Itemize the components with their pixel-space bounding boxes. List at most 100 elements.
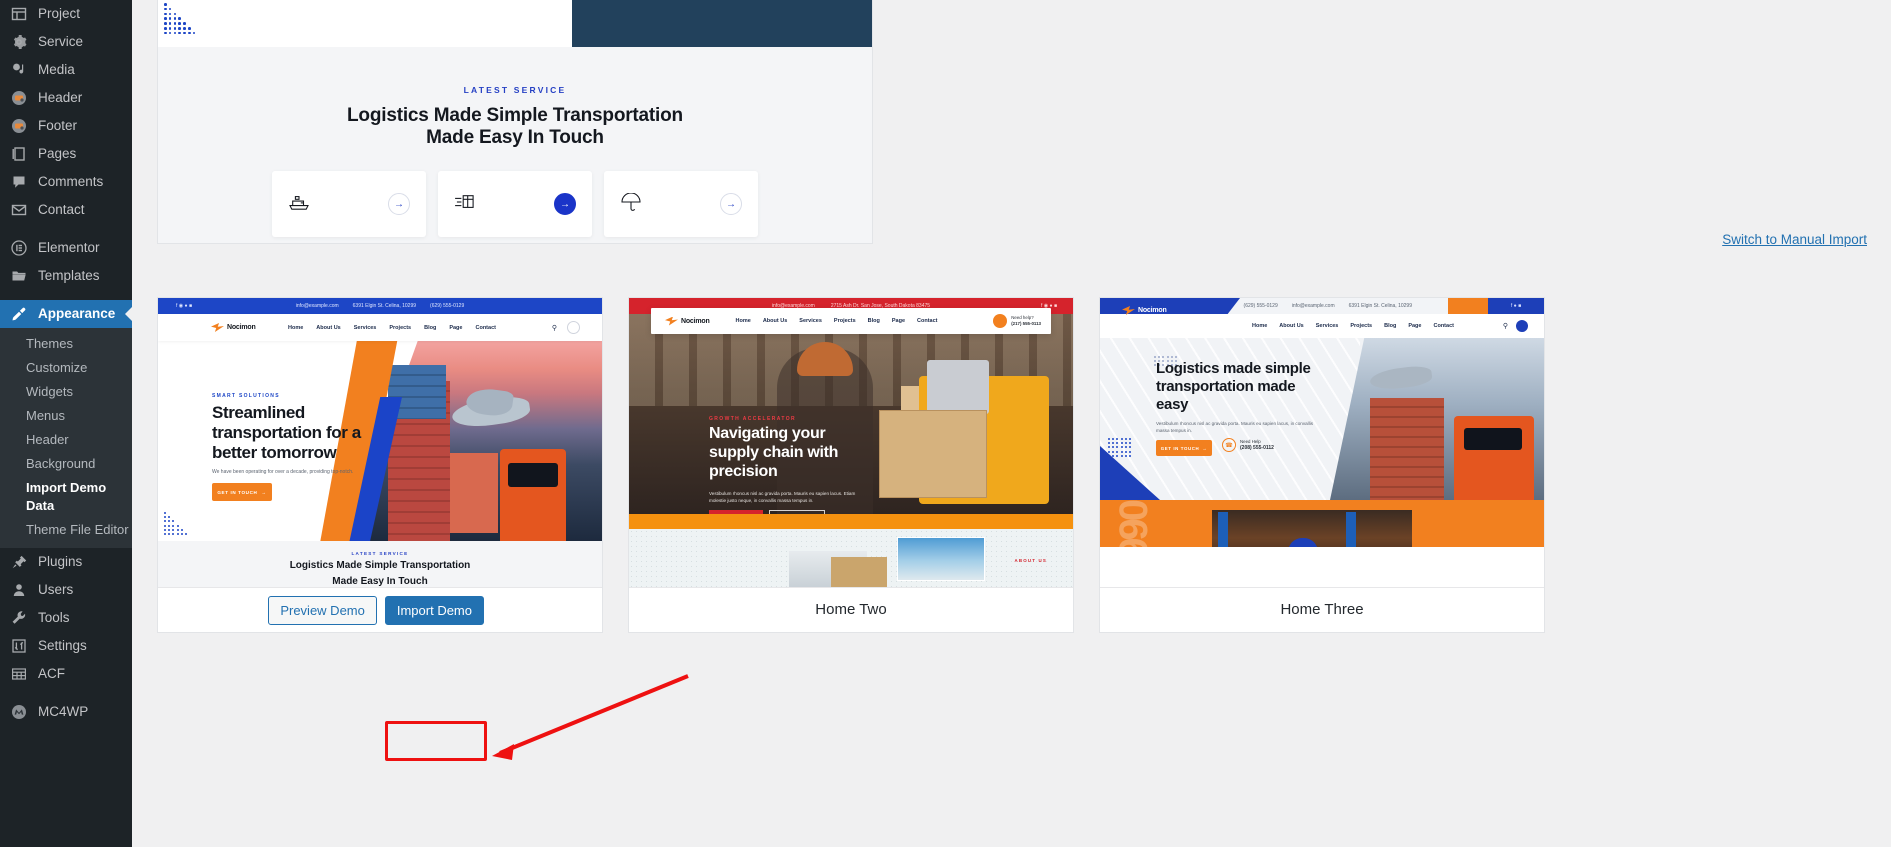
site-navbar: Nocimon Home About Us Services Projects Bl… <box>651 308 1051 334</box>
sidebar-item-label: Tools <box>38 610 70 626</box>
social-icons: f ● ■ <box>1488 298 1544 314</box>
sidebar-item-mc4wp[interactable]: MC4WP <box>0 698 132 726</box>
sidebar-item-elementor[interactable]: Elementor <box>0 234 132 262</box>
sidebar-item-appearance[interactable]: Appearance <box>0 300 132 328</box>
sidebar-divider-1 <box>0 224 132 234</box>
submenu-item-theme-file-editor[interactable]: Theme File Editor <box>0 518 132 542</box>
hero-paragraph: Vestibulum rhoncus nisl ac gravida porta… <box>709 491 856 503</box>
demo-thumbnail-home-two[interactable]: info@example.com 2715 Ash Dr. San Jose, … <box>629 298 1073 587</box>
sidebar-item-media[interactable]: Media <box>0 56 132 84</box>
sidebar-item-templates[interactable]: Templates <box>0 262 132 290</box>
wordpress-admin-screen: Project Service Media Header Footer Page… <box>0 0 1891 847</box>
arrow-right-icon[interactable]: → <box>388 193 410 215</box>
service-card[interactable]: → <box>438 171 592 237</box>
arrow-right-icon[interactable]: → <box>554 193 576 215</box>
sidebar-item-label: Elementor <box>38 240 100 256</box>
site-about-band: ABOUT US <box>629 529 1073 587</box>
cart-icon <box>1516 320 1528 332</box>
media-icon <box>9 60 29 80</box>
demo-thumbnail-home-one[interactable]: f ◉ ● ■ info@example.com 6391 Elgin St. … <box>158 298 602 587</box>
search-icon: ⚲ <box>551 324 557 332</box>
sidebar-item-contact[interactable]: Contact <box>0 196 132 224</box>
sidebar-item-label: Service <box>38 34 84 50</box>
site-logo: Nocimon <box>665 316 710 326</box>
preview-demo-button[interactable]: Preview Demo <box>268 595 377 625</box>
site-nav-actions: ⚲ <box>1503 320 1528 332</box>
top-preview-hero <box>158 0 872 47</box>
search-icon: ⚲ <box>1502 323 1508 330</box>
site-help-block: Need help? (217) 555-0113 <box>993 314 1041 328</box>
service-title-line1: Logistics Made Simple Transportation <box>289 560 471 571</box>
phone-icon: ☎ <box>1222 438 1236 452</box>
submenu-item-header[interactable]: Header <box>0 428 132 452</box>
sidebar-item-acf[interactable]: ACF <box>0 660 132 688</box>
service-card-row: → → → <box>158 171 872 237</box>
hero-heading: Streamlined transportation for a better … <box>212 403 361 462</box>
menu-toggle-icon <box>567 321 580 334</box>
demo-card-actions-home-one: Preview Demo Import Demo <box>158 587 602 632</box>
submenu-item-themes[interactable]: Themes <box>0 332 132 356</box>
sidebar-item-users[interactable]: Users <box>0 576 132 604</box>
footer-icon <box>9 116 29 136</box>
arrow-right-icon: → <box>261 489 267 495</box>
sidebar-item-tools[interactable]: Tools <box>0 604 132 632</box>
sidebar-divider-2 <box>0 290 132 300</box>
mc4wp-icon <box>9 702 29 722</box>
site-about-band: 1990 ABOUT US Navigating Your Supply Cha… <box>1100 500 1544 547</box>
import-demo-button[interactable]: Import Demo <box>384 595 484 625</box>
help-label: Need Help <box>1240 439 1261 444</box>
submenu-item-widgets[interactable]: Widgets <box>0 380 132 404</box>
top-demo-preview-panel: LATEST SERVICE Logistics Made Simple Tra… <box>157 0 873 244</box>
sidebar-item-label: MC4WP <box>38 704 89 720</box>
about-eyebrow: ABOUT US <box>1014 558 1047 563</box>
folder-icon <box>9 266 29 286</box>
help-phone: (208) 555-0112 <box>1240 445 1274 451</box>
submenu-item-background[interactable]: Background <box>0 452 132 476</box>
sidebar-item-service[interactable]: Service <box>0 28 132 56</box>
site-navbar: Nocimon Home About Us Services Projects Bl… <box>158 314 602 341</box>
hero-cta-button: GET IN TOUCH → <box>212 483 272 501</box>
sidebar-item-label: Comments <box>38 174 104 190</box>
sidebar-item-header[interactable]: Header <box>0 84 132 112</box>
submenu-item-customize[interactable]: Customize <box>0 356 132 380</box>
latest-service-eyebrow: LATEST SERVICE <box>463 85 567 95</box>
sidebar-item-pages[interactable]: Pages <box>0 140 132 168</box>
hero-paragraph: We have been operating for over a decade… <box>212 469 354 475</box>
arrow-right-icon[interactable]: → <box>720 193 742 215</box>
social-icons: f ◉ ● ■ <box>176 303 192 309</box>
sidebar-item-comments[interactable]: Comments <box>0 168 132 196</box>
demo-card-home-one: f ◉ ● ■ info@example.com 6391 Elgin St. … <box>157 297 603 633</box>
plugin-icon <box>9 552 29 572</box>
sidebar-item-plugins[interactable]: Plugins <box>0 548 132 576</box>
site-hero: Logistics made simple transportation mad… <box>1100 338 1544 500</box>
sidebar-item-footer[interactable]: Footer <box>0 112 132 140</box>
hero-eyebrow: SMART SOLUTIONS <box>212 393 280 399</box>
elementor-icon <box>9 238 29 258</box>
site-topbar: f ◉ ● ■ info@example.com 6391 Elgin St. … <box>158 298 602 314</box>
demo-card-title-home-three: Home Three <box>1100 587 1544 630</box>
sidebar-item-label: Templates <box>38 268 100 284</box>
sidebar-item-settings[interactable]: Settings <box>0 632 132 660</box>
header-icon <box>9 88 29 108</box>
submenu-item-menus[interactable]: Menus <box>0 404 132 428</box>
top-preview-title-line2: Made Easy In Touch <box>426 127 604 148</box>
sidebar-item-project[interactable]: Project <box>0 0 132 28</box>
switch-to-manual-import-link[interactable]: Switch to Manual Import <box>1722 232 1867 247</box>
main-content: LATEST SERVICE Logistics Made Simple Tra… <box>132 0 1891 847</box>
demo-thumbnail-home-three[interactable]: (629) 555-0129 info@example.com 6391 Elg… <box>1100 298 1544 587</box>
service-eyebrow: LATEST SERVICE <box>351 551 409 556</box>
top-preview-body: LATEST SERVICE Logistics Made Simple Tra… <box>158 47 872 243</box>
sidebar-item-label: Header <box>38 90 83 106</box>
service-title-line2: Made Easy In Touch <box>332 576 428 587</box>
service-card[interactable]: → <box>604 171 758 237</box>
submenu-item-import-demo-data[interactable]: Import Demo Data <box>0 476 132 518</box>
sidebar-divider-3 <box>0 688 132 698</box>
site-navbar: Home About Us Services Projects Blog Page C… <box>1100 314 1544 338</box>
hero-cta-button: GET IN TOUCH → <box>1156 440 1212 456</box>
site-nav-items: Home About Us Services Projects Blog Page C… <box>735 318 938 324</box>
mail-icon <box>9 200 29 220</box>
hero-eyebrow: GROWTH ACCELERATOR <box>709 416 797 422</box>
service-card[interactable]: → <box>272 171 426 237</box>
help-label: Need help? <box>1011 315 1034 320</box>
site-nav-actions: ⚲ <box>552 321 580 334</box>
